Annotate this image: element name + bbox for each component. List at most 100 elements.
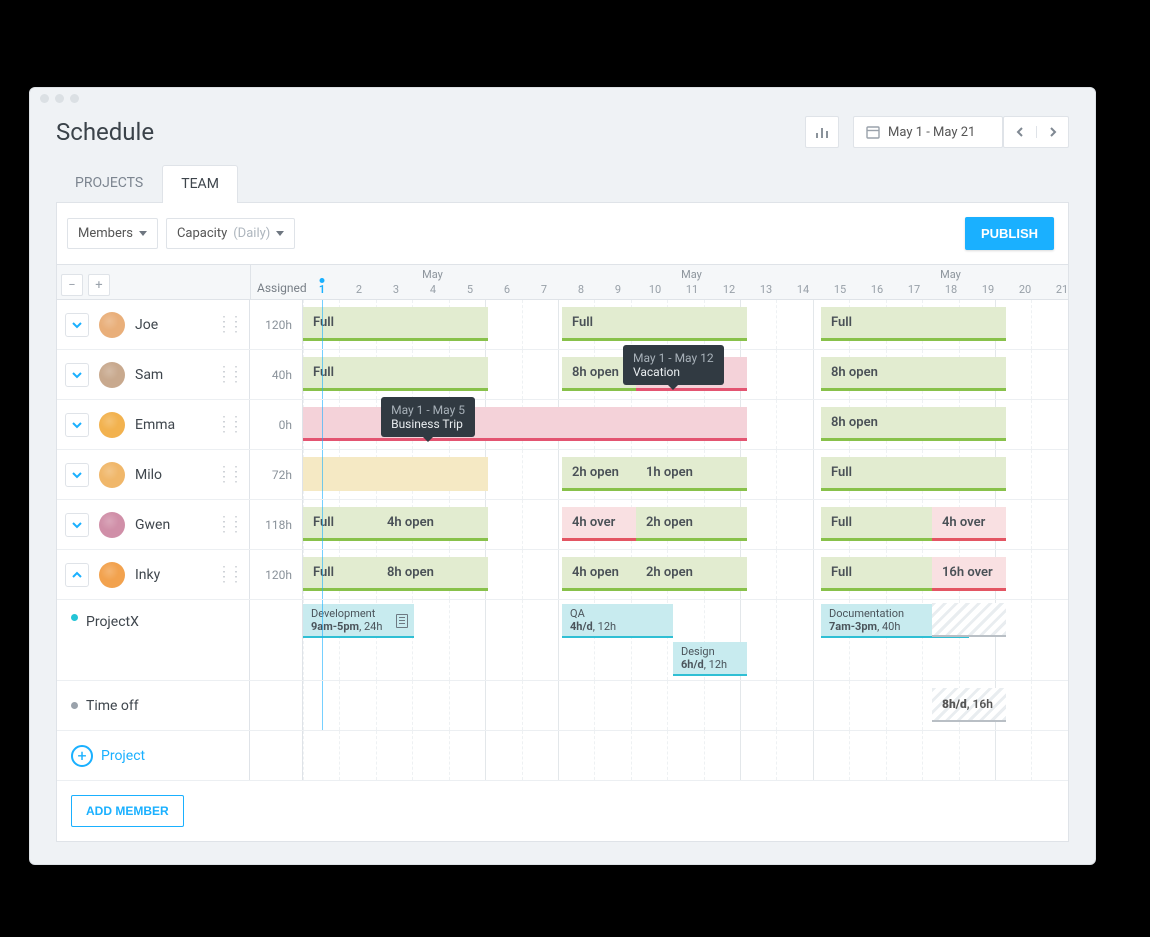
day-header[interactable]: 5 xyxy=(451,281,488,299)
caret-down-icon xyxy=(276,231,284,236)
traffic-light[interactable] xyxy=(40,94,49,103)
day-header[interactable]: 11 xyxy=(673,281,710,299)
capacity-dropdown[interactable]: Capacity (Daily) xyxy=(166,218,295,249)
capacity-block[interactable]: Full xyxy=(821,507,932,541)
add-project-label: Project xyxy=(101,748,241,764)
expand-member-button[interactable] xyxy=(65,313,89,337)
day-header[interactable]: 20 xyxy=(1006,281,1043,299)
tab-team[interactable]: TEAM xyxy=(162,165,238,203)
day-header[interactable]: 14 xyxy=(784,281,821,299)
capacity-block[interactable]: 4h over xyxy=(562,507,636,541)
capacity-block[interactable]: 4h open xyxy=(377,507,488,541)
capacity-block[interactable]: 8h open xyxy=(377,557,488,591)
avatar xyxy=(99,312,125,338)
drag-handle-icon[interactable]: ⋮⋮⋮⋮ xyxy=(217,520,241,530)
sub-row-label: ProjectX xyxy=(86,614,241,630)
collapse-all-button[interactable]: − xyxy=(61,274,83,296)
expand-member-button[interactable] xyxy=(65,413,89,437)
expand-member-button[interactable] xyxy=(65,563,89,587)
traffic-light[interactable] xyxy=(55,94,64,103)
traffic-light[interactable] xyxy=(70,94,79,103)
avatar xyxy=(99,362,125,388)
expand-member-button[interactable] xyxy=(65,363,89,387)
day-header[interactable]: 17 xyxy=(895,281,932,299)
capacity-block[interactable]: 4h over xyxy=(932,507,1006,541)
capacity-block[interactable]: Full xyxy=(303,357,488,391)
capacity-block[interactable] xyxy=(895,407,1006,441)
member-row: Inky ⋮⋮⋮⋮ 120h Full8h open4h open2h open… xyxy=(57,550,1068,600)
capacity-block[interactable]: 1h open xyxy=(636,457,747,491)
day-header[interactable]: 4 xyxy=(414,281,451,299)
day-header[interactable]: 21 xyxy=(1043,281,1080,299)
capacity-block[interactable]: 4h open xyxy=(562,557,636,591)
task-block[interactable]: Design6h/d, 12h xyxy=(673,642,747,676)
day-header[interactable]: 7 xyxy=(525,281,562,299)
task-block[interactable]: QA4h/d, 12h xyxy=(562,604,673,638)
day-header[interactable]: 13 xyxy=(747,281,784,299)
day-header[interactable]: 3 xyxy=(377,281,414,299)
capacity-block[interactable]: Full xyxy=(303,507,377,541)
timeoff-block[interactable] xyxy=(932,603,1006,637)
calendar-icon xyxy=(866,125,880,139)
timeoff-block[interactable]: 8h/d, 16h xyxy=(932,688,1006,722)
window-controls xyxy=(30,88,1095,106)
publish-button[interactable]: PUBLISH xyxy=(965,217,1054,250)
member-name: Inky xyxy=(135,567,207,583)
capacity-block[interactable]: Full xyxy=(303,557,377,591)
day-header[interactable]: 9 xyxy=(599,281,636,299)
assigned-hours: 118h xyxy=(250,500,303,549)
date-next-button[interactable] xyxy=(1036,126,1068,138)
capacity-block[interactable]: 2h open xyxy=(636,507,747,541)
member-name: Joe xyxy=(135,317,207,333)
capacity-block[interactable] xyxy=(895,357,1006,391)
drag-handle-icon[interactable]: ⋮⋮⋮⋮ xyxy=(217,370,241,380)
tooltip: May 1 - May 5Business Trip xyxy=(381,397,475,437)
member-row: Sam ⋮⋮⋮⋮ 40h Full8h open8h openMay 1 - M… xyxy=(57,350,1068,400)
day-header[interactable]: 16 xyxy=(858,281,895,299)
capacity-block[interactable] xyxy=(303,407,747,441)
capacity-block[interactable]: 8h open xyxy=(821,357,895,391)
tab-projects[interactable]: PROJECTS xyxy=(56,164,162,202)
assigned-hours: 120h xyxy=(250,550,303,599)
member-row: Gwen ⋮⋮⋮⋮ 118h Full4h open4h over2h open… xyxy=(57,500,1068,550)
capacity-block[interactable]: Full xyxy=(821,307,1006,341)
caret-down-icon xyxy=(139,231,147,236)
day-header[interactable]: 8 xyxy=(562,281,599,299)
day-header[interactable]: 10 xyxy=(636,281,673,299)
date-range-picker[interactable]: May 1 - May 21 xyxy=(853,116,1003,148)
drag-handle-icon[interactable]: ⋮⋮⋮⋮ xyxy=(217,420,241,430)
capacity-block[interactable]: 8h open xyxy=(821,407,895,441)
stats-button[interactable] xyxy=(805,116,839,148)
day-header[interactable]: 15 xyxy=(821,281,858,299)
expand-member-button[interactable] xyxy=(65,513,89,537)
expand-all-button[interactable]: + xyxy=(88,274,110,296)
drag-handle-icon[interactable]: ⋮⋮⋮⋮ xyxy=(217,570,241,580)
capacity-block[interactable]: Full xyxy=(562,307,747,341)
capacity-block[interactable]: Full xyxy=(821,557,932,591)
capacity-block[interactable]: Full xyxy=(303,307,488,341)
capacity-block[interactable] xyxy=(303,457,488,491)
task-block[interactable]: Development9am-5pm, 24h xyxy=(303,604,414,638)
day-header[interactable]: 19 xyxy=(969,281,1006,299)
assigned-column-header: Assigned xyxy=(250,265,303,299)
capacity-block[interactable]: Full xyxy=(821,457,1006,491)
member-row: Joe ⋮⋮⋮⋮ 120h FullFullFull xyxy=(57,300,1068,350)
note-icon[interactable] xyxy=(396,614,408,628)
day-header[interactable]: 18 xyxy=(932,281,969,299)
drag-handle-icon[interactable]: ⋮⋮⋮⋮ xyxy=(217,320,241,330)
capacity-block[interactable]: 16h over xyxy=(932,557,1006,591)
app-window: Schedule May 1 - May 21 PRO xyxy=(29,87,1096,865)
expand-member-button[interactable] xyxy=(65,463,89,487)
add-project-row[interactable]: + Project xyxy=(57,731,1068,781)
capacity-block[interactable]: 2h open xyxy=(636,557,747,591)
members-filter-dropdown[interactable]: Members xyxy=(67,218,158,249)
sub-row: Time off 8h/d, 16h xyxy=(57,681,1068,731)
date-prev-button[interactable] xyxy=(1004,126,1036,138)
day-header[interactable]: 6 xyxy=(488,281,525,299)
drag-handle-icon[interactable]: ⋮⋮⋮⋮ xyxy=(217,470,241,480)
add-member-button[interactable]: ADD MEMBER xyxy=(71,795,184,827)
day-header[interactable]: 12 xyxy=(710,281,747,299)
capacity-block[interactable]: 2h open xyxy=(562,457,636,491)
day-header[interactable]: 2 xyxy=(340,281,377,299)
day-header[interactable]: 1 xyxy=(303,281,340,299)
